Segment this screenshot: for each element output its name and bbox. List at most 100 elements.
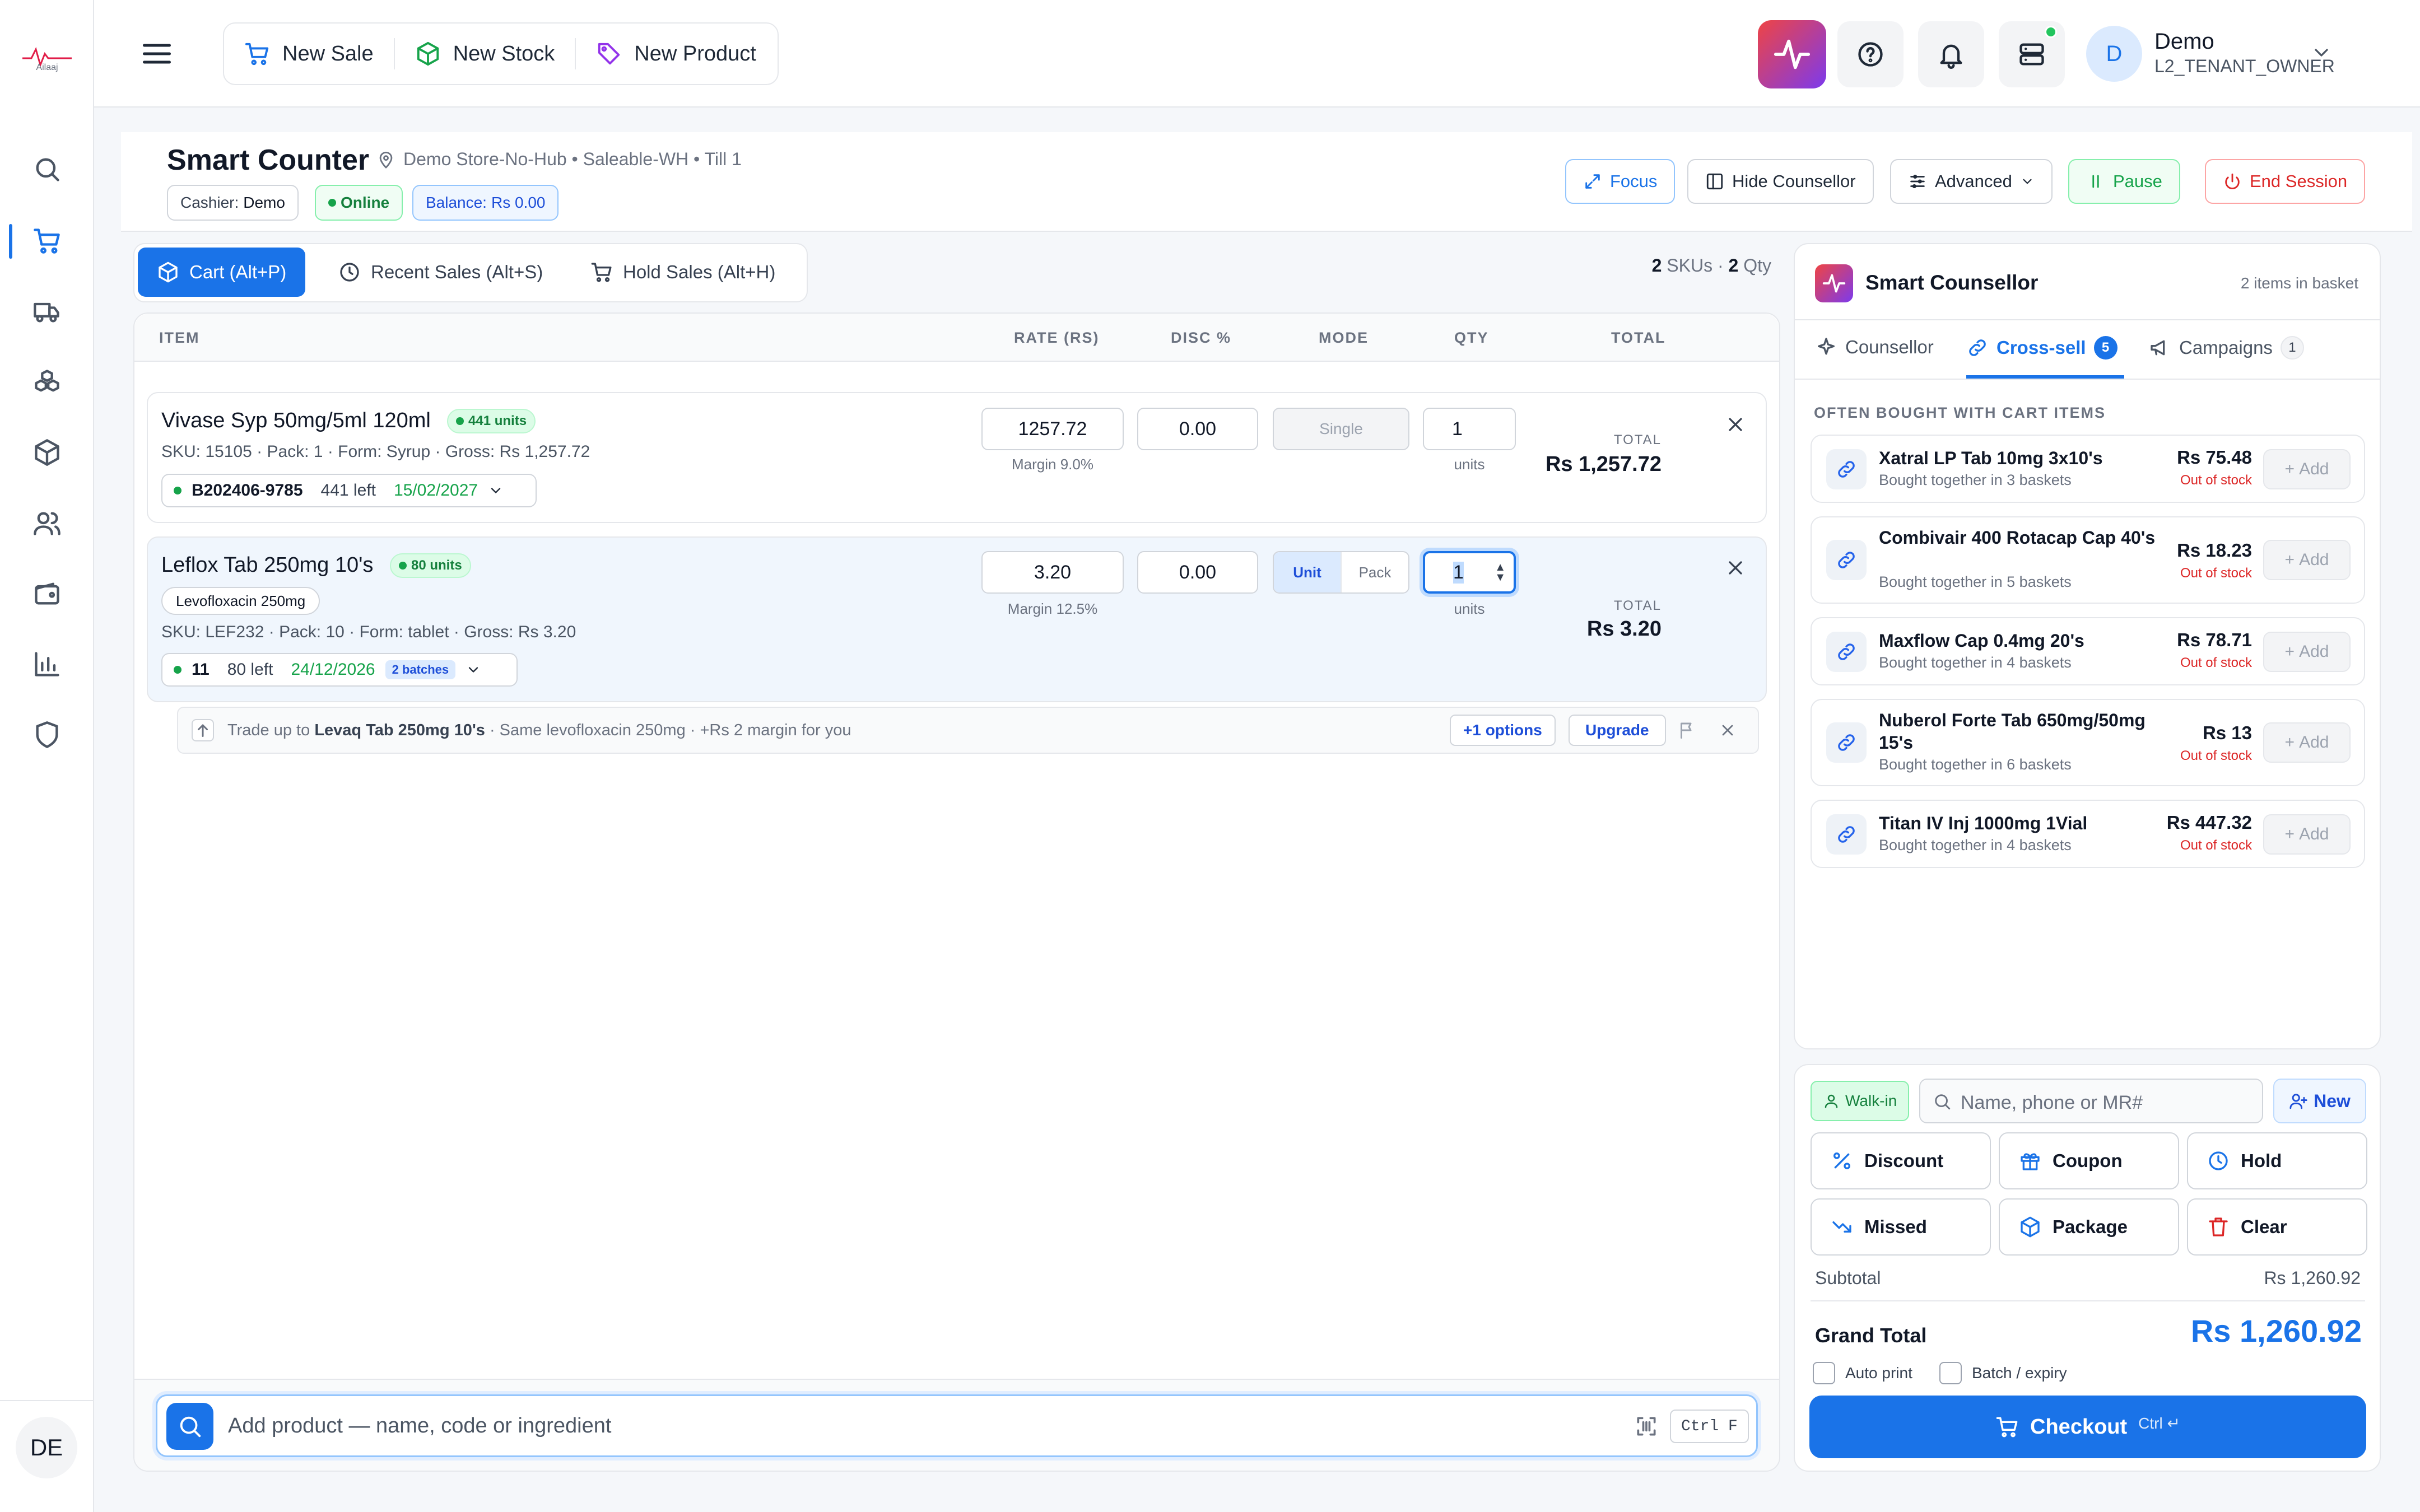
- cross-sell-item: Xatral LP Tab 10mg 3x10's Bought togethe…: [1811, 435, 2365, 503]
- search-icon[interactable]: [30, 152, 64, 186]
- users-icon[interactable]: [30, 506, 64, 540]
- missed-button[interactable]: Missed: [1811, 1198, 1991, 1256]
- mode-pack[interactable]: Pack: [1341, 552, 1408, 592]
- col-disc: DISC %: [1171, 329, 1232, 346]
- cross-sell-status: Out of stock: [2180, 473, 2252, 488]
- discount-button[interactable]: Discount: [1811, 1132, 1991, 1189]
- coupon-button[interactable]: Coupon: [1999, 1132, 2179, 1189]
- cross-sell-section-title: OFTEN BOUGHT WITH CART ITEMS: [1814, 404, 2106, 421]
- search-icon: [166, 1403, 213, 1450]
- upgrade-button[interactable]: Upgrade: [1569, 715, 1666, 746]
- help-icon[interactable]: [1837, 21, 1904, 87]
- flag-icon[interactable]: [1677, 720, 1697, 740]
- tab-campaigns[interactable]: Campaigns 1: [2149, 336, 2304, 360]
- advanced-button[interactable]: Advanced: [1890, 159, 2053, 204]
- batch-dot: [174, 666, 182, 674]
- tab-cart[interactable]: Cart (Alt+P): [138, 248, 306, 297]
- mode-single[interactable]: Single: [1273, 408, 1409, 450]
- add-button[interactable]: + Add: [2263, 814, 2351, 855]
- add-button[interactable]: + Add: [2263, 540, 2351, 580]
- server-icon[interactable]: [1999, 21, 2065, 87]
- chevron-down-icon: [2020, 174, 2035, 189]
- tab-recent-sales[interactable]: Recent Sales (Alt+S): [319, 248, 562, 297]
- add-button[interactable]: + Add: [2263, 632, 2351, 672]
- add-button[interactable]: + Add: [2263, 722, 2351, 763]
- product-search-bar[interactable]: Add product — name, code or ingredient C…: [156, 1394, 1758, 1457]
- wallet-icon[interactable]: [30, 577, 64, 610]
- gift-icon: [2019, 1150, 2041, 1172]
- app-logo[interactable]: Ailaaj: [20, 44, 74, 72]
- customer-search-input[interactable]: Name, phone or MR#: [1919, 1079, 2263, 1123]
- power-icon: [2223, 172, 2242, 191]
- batch-expiry: 24/12/2026: [291, 660, 375, 679]
- batch-selector[interactable]: B202406-9785 441 left 15/02/2027: [161, 474, 537, 507]
- user-avatar[interactable]: DE: [16, 1417, 77, 1478]
- menu-icon[interactable]: [140, 37, 174, 71]
- qty-value: 1: [1453, 561, 1464, 584]
- col-qty: QTY: [1454, 329, 1489, 346]
- remove-item-icon[interactable]: [1724, 557, 1747, 579]
- end-session-button[interactable]: End Session: [2205, 159, 2366, 204]
- hide-counsellor-button[interactable]: Hide Counsellor: [1687, 159, 1874, 204]
- hold-button[interactable]: Hold: [2187, 1132, 2367, 1189]
- truck-icon[interactable]: [30, 295, 64, 328]
- focus-button[interactable]: Focus: [1565, 159, 1676, 204]
- disc-input[interactable]: 0.00: [1137, 408, 1258, 450]
- pause-button[interactable]: Pause: [2068, 159, 2180, 204]
- product-search-input[interactable]: Add product — name, code or ingredient: [228, 1414, 611, 1438]
- dismiss-icon[interactable]: [1719, 721, 1737, 739]
- subtotal-value: Rs 1,260.92: [2264, 1268, 2361, 1288]
- chart-icon[interactable]: [30, 647, 64, 681]
- percent-icon: [1831, 1150, 1853, 1172]
- box-icon: [415, 41, 441, 67]
- tab-counsellor[interactable]: Counsellor: [1815, 336, 1934, 358]
- new-stock-button[interactable]: New Stock: [395, 24, 575, 84]
- package-icon[interactable]: [30, 436, 64, 469]
- pulse-app-icon[interactable]: [1758, 20, 1826, 88]
- rate-input[interactable]: 1257.72: [981, 408, 1124, 450]
- chevron-down-icon: [488, 483, 504, 498]
- barcode-scan-icon[interactable]: [1634, 1414, 1659, 1439]
- qty-input[interactable]: 1: [1423, 408, 1516, 450]
- cart-icon[interactable]: [30, 224, 64, 258]
- package-button[interactable]: Package: [1999, 1198, 2179, 1256]
- top-bar: New Sale New Stock New Product D Demo L2…: [94, 0, 2420, 108]
- line-total: Rs 3.20: [1586, 617, 1662, 641]
- qty-input[interactable]: 1 ▲ ▼: [1423, 551, 1516, 594]
- tab-cart-label: Cart (Alt+P): [189, 262, 287, 282]
- stock-badge: 80 units: [390, 553, 471, 578]
- auto-print-checkbox[interactable]: Auto print: [1813, 1362, 1912, 1384]
- clear-button[interactable]: Clear: [2187, 1198, 2367, 1256]
- item-name: Vivase Syp 50mg/5ml 120ml: [161, 409, 431, 432]
- remove-item-icon[interactable]: [1724, 413, 1747, 436]
- mode-unit[interactable]: Unit: [1274, 552, 1341, 592]
- sidebar-divider: [0, 1400, 93, 1401]
- add-label: Add: [2299, 550, 2329, 569]
- checkout-button[interactable]: Checkout Ctrl ↵: [1809, 1396, 2366, 1458]
- add-button[interactable]: + Add: [2263, 449, 2351, 489]
- rate-input[interactable]: 3.20: [981, 551, 1124, 594]
- tab-cross-sell[interactable]: Cross-sell 5: [1966, 336, 2118, 360]
- end-session-label: End Session: [2250, 171, 2348, 191]
- bell-icon[interactable]: [1918, 21, 1984, 87]
- item-name: Leflox Tab 250mg 10's: [161, 553, 374, 577]
- new-product-label: New Product: [634, 41, 756, 66]
- batch-selector[interactable]: 11 80 left 24/12/2026 2 batches: [161, 653, 518, 687]
- balance-label: Balance:: [426, 194, 487, 211]
- new-sale-label: New Sale: [282, 41, 374, 66]
- stock-dot: [456, 417, 464, 425]
- upsell-product: Levaq Tab 250mg 10's: [314, 721, 485, 739]
- user-menu[interactable]: D Demo L2_TENANT_OWNER: [2086, 22, 2335, 85]
- options-button[interactable]: +1 options: [1450, 715, 1556, 746]
- new-customer-button[interactable]: New: [2273, 1079, 2366, 1123]
- tab-hold-sales[interactable]: Hold Sales (Alt+H): [571, 248, 794, 297]
- boxes-icon[interactable]: [30, 365, 64, 399]
- batch-expiry-checkbox[interactable]: Batch / expiry: [1939, 1362, 2067, 1384]
- new-sale-button[interactable]: New Sale: [224, 24, 394, 84]
- walk-in-badge[interactable]: Walk-in: [1811, 1081, 1910, 1121]
- new-product-button[interactable]: New Product: [576, 24, 776, 84]
- shield-icon[interactable]: [30, 718, 64, 752]
- disc-input[interactable]: 0.00: [1137, 551, 1258, 594]
- cross-sell-sub: Bought together in 4 baskets: [1879, 837, 2072, 853]
- stepper-icon[interactable]: ▲ ▼: [1495, 562, 1506, 583]
